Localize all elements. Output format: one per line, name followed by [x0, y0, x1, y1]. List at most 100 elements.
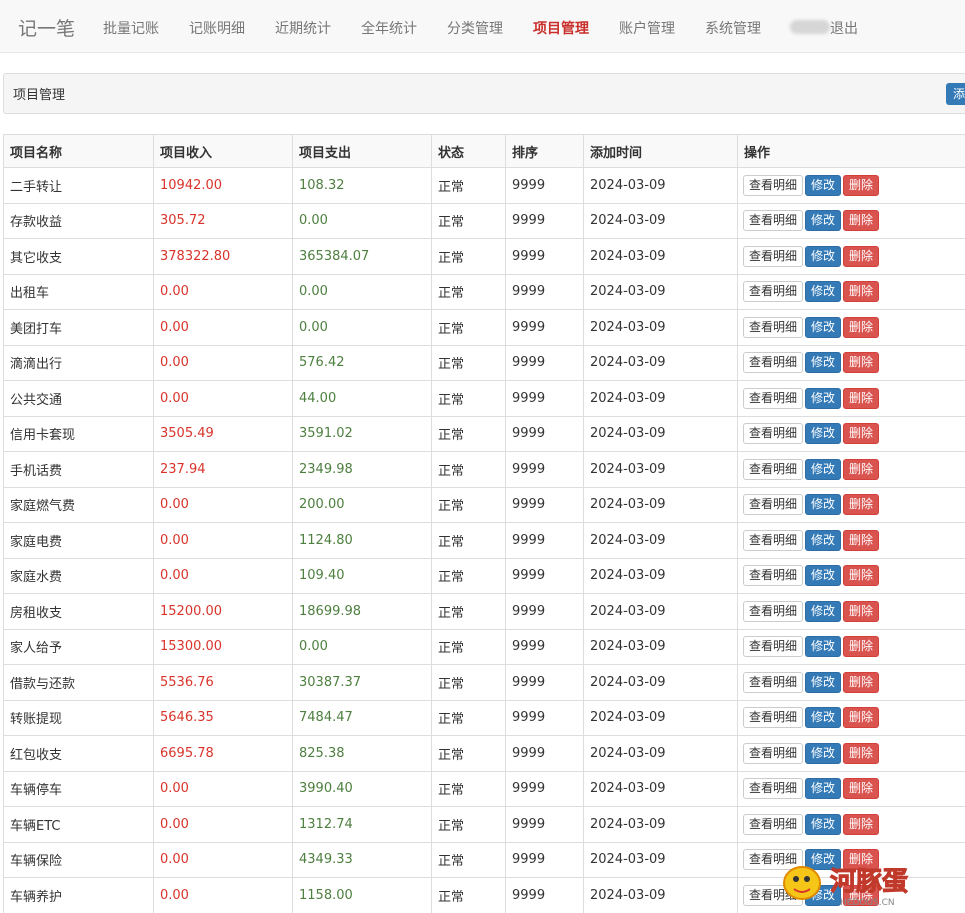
edit-button[interactable]: 修改 [805, 458, 842, 480]
cell-added-time: 2024-03-09 [583, 309, 738, 346]
view-detail-button[interactable]: 查看明细 [743, 565, 804, 587]
delete-button[interactable]: 删除 [843, 423, 880, 445]
table-row: 车辆ETC 0.00 1312.74 正常 9999 2024-03-09 查看明细 修改 删除 [3, 806, 965, 843]
edit-button[interactable]: 修改 [805, 849, 842, 871]
cell-added-time: 2024-03-09 [583, 344, 738, 381]
delete-button[interactable]: 删除 [843, 813, 880, 835]
delete-button[interactable]: 删除 [843, 387, 880, 409]
delete-button[interactable]: 删除 [843, 529, 880, 551]
cell-expense: 3591.02 [292, 415, 432, 452]
cell-expense: 1158.00 [292, 877, 432, 913]
delete-button[interactable]: 删除 [843, 742, 880, 764]
brand-logo[interactable]: 记一笔 [18, 14, 75, 41]
cell-sort: 9999 [505, 806, 584, 843]
delete-button[interactable]: 删除 [843, 565, 880, 587]
edit-button[interactable]: 修改 [805, 813, 842, 835]
view-detail-button[interactable]: 查看明细 [743, 387, 804, 409]
nav-annual-stats[interactable]: 全年统计 [361, 18, 417, 38]
nav-record-detail[interactable]: 记账明细 [189, 18, 245, 38]
delete-button[interactable]: 删除 [843, 352, 880, 374]
header-income: 项目收入 [153, 134, 293, 168]
view-detail-button[interactable]: 查看明细 [743, 707, 804, 729]
cell-project-name: 信用卡套现 [3, 415, 154, 452]
nav-system-manage[interactable]: 系统管理 [705, 18, 761, 38]
cell-income: 5536.76 [153, 664, 293, 701]
view-detail-button[interactable]: 查看明细 [743, 600, 804, 622]
nav-category-manage[interactable]: 分类管理 [447, 18, 503, 38]
cell-project-name: 二手转让 [3, 167, 154, 204]
view-detail-button[interactable]: 查看明细 [743, 174, 804, 196]
table-row: 手机话费 237.94 2349.98 正常 9999 2024-03-09 查看明细 修改删… [3, 451, 965, 488]
view-detail-button[interactable]: 查看明细 [743, 245, 804, 267]
edit-button[interactable]: 修改 [805, 636, 842, 658]
header-status: 状态 [431, 134, 506, 168]
view-detail-button[interactable]: 查看明细 [743, 849, 804, 871]
cell-expense: 3990.40 [292, 770, 432, 807]
view-detail-button[interactable]: 查看明细 [743, 423, 804, 445]
edit-button[interactable]: 修改 [805, 423, 842, 445]
nav-batch-record[interactable]: 批量记账 [103, 18, 159, 38]
delete-button[interactable]: 删除 [843, 458, 880, 480]
cell-project-name: 车辆ETC [3, 806, 154, 843]
nav-logout[interactable]: 退出 [830, 18, 858, 38]
edit-button[interactable]: 修改 [805, 281, 842, 303]
delete-button[interactable]: 删除 [843, 210, 880, 232]
edit-button[interactable]: 修改 [805, 352, 842, 374]
view-detail-button[interactable]: 查看明细 [743, 671, 804, 693]
edit-button[interactable]: 修改 [805, 742, 842, 764]
view-detail-button[interactable]: 查看明细 [743, 813, 804, 835]
edit-button[interactable]: 修改 [805, 778, 842, 800]
cell-sort: 9999 [505, 593, 584, 630]
delete-button[interactable]: 删除 [843, 245, 880, 267]
cell-actions: 查看明细 修改 删除 [737, 202, 965, 239]
edit-button[interactable]: 修改 [805, 210, 842, 232]
edit-button[interactable]: 修改 [805, 707, 842, 729]
view-detail-button[interactable]: 查看明细 [743, 636, 804, 658]
edit-button[interactable]: 修改 [805, 387, 842, 409]
cell-sort: 9999 [505, 238, 584, 275]
delete-button[interactable]: 删除 [843, 707, 880, 729]
edit-button[interactable]: 修改 [805, 245, 842, 267]
delete-button[interactable]: 删除 [843, 316, 880, 338]
nav-project-manage[interactable]: 项目管理 [533, 18, 589, 38]
cell-added-time: 2024-03-09 [583, 522, 738, 559]
cell-status: 正常 [431, 486, 506, 523]
delete-button[interactable]: 删除 [843, 636, 880, 658]
view-detail-button[interactable]: 查看明细 [743, 281, 804, 303]
cell-actions: 查看明细 修改 删除 [737, 486, 965, 523]
view-detail-button[interactable]: 查看明细 [743, 778, 804, 800]
view-detail-button[interactable]: 查看明细 [743, 742, 804, 764]
delete-button[interactable]: 删除 [843, 884, 880, 906]
nav-account-manage[interactable]: 账户管理 [619, 18, 675, 38]
cell-added-time: 2024-03-09 [583, 380, 738, 417]
edit-button[interactable]: 修改 [805, 600, 842, 622]
delete-button[interactable]: 删除 [843, 600, 880, 622]
cell-sort: 9999 [505, 415, 584, 452]
nav-recent-stats[interactable]: 近期统计 [275, 18, 331, 38]
edit-button[interactable]: 修改 [805, 529, 842, 551]
delete-button[interactable]: 删除 [843, 849, 880, 871]
edit-button[interactable]: 修改 [805, 884, 842, 906]
view-detail-button[interactable]: 查看明细 [743, 884, 804, 906]
delete-button[interactable]: 删除 [843, 671, 880, 693]
add-project-button[interactable]: 添 [946, 83, 965, 105]
cell-status: 正常 [431, 522, 506, 559]
view-detail-button[interactable]: 查看明细 [743, 316, 804, 338]
edit-button[interactable]: 修改 [805, 671, 842, 693]
delete-button[interactable]: 删除 [843, 778, 880, 800]
edit-button[interactable]: 修改 [805, 174, 842, 196]
cell-status: 正常 [431, 238, 506, 275]
view-detail-button[interactable]: 查看明细 [743, 210, 804, 232]
view-detail-button[interactable]: 查看明细 [743, 529, 804, 551]
edit-button[interactable]: 修改 [805, 316, 842, 338]
delete-button[interactable]: 删除 [843, 281, 880, 303]
view-detail-button[interactable]: 查看明细 [743, 458, 804, 480]
delete-button[interactable]: 删除 [843, 174, 880, 196]
edit-button[interactable]: 修改 [805, 494, 842, 516]
cell-status: 正常 [431, 273, 506, 310]
view-detail-button[interactable]: 查看明细 [743, 352, 804, 374]
cell-actions: 查看明细 修改 删除 [737, 522, 965, 559]
view-detail-button[interactable]: 查看明细 [743, 494, 804, 516]
delete-button[interactable]: 删除 [843, 494, 880, 516]
edit-button[interactable]: 修改 [805, 565, 842, 587]
